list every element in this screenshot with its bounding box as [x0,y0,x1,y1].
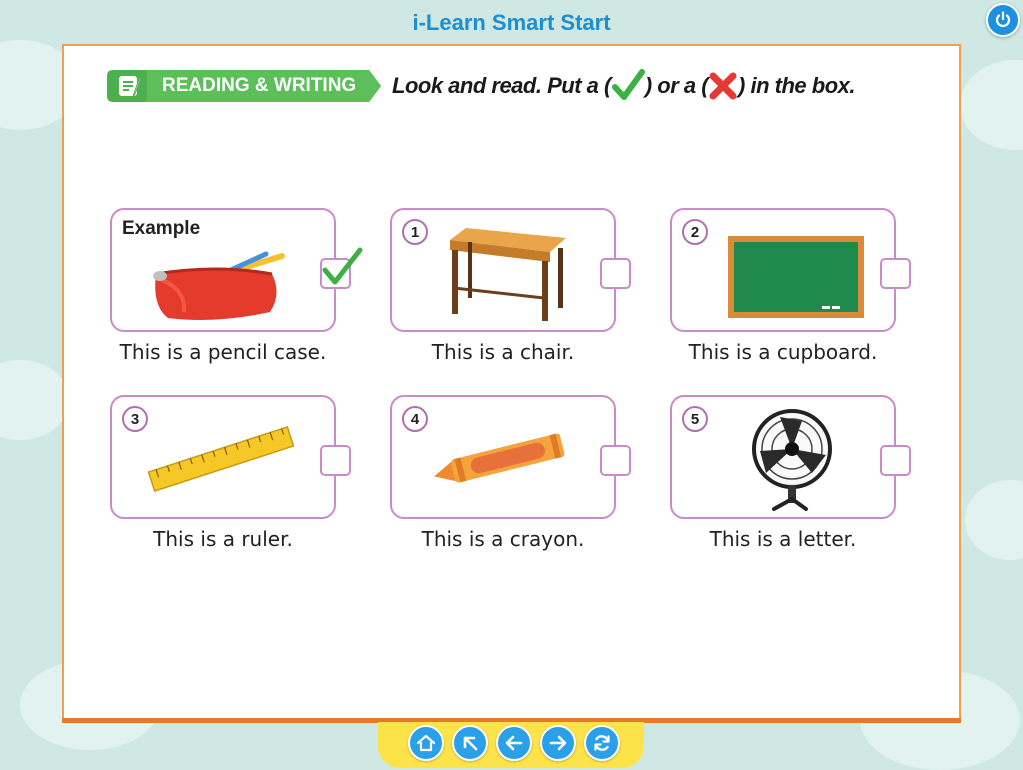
question-number: 3 [122,406,148,432]
question-number: 2 [682,219,708,245]
ruler-picture [147,425,295,493]
example-card: Example [110,208,363,332]
crayon-picture [434,433,565,483]
pencil-case-picture [153,251,285,320]
answer-box[interactable] [600,258,631,289]
answer-box[interactable] [880,258,911,289]
app-title: i-Learn Smart Start [412,10,611,35]
home-button[interactable] [408,725,444,761]
question-sentence: This is a chair. [431,340,575,364]
power-icon [995,11,1011,27]
refresh-button[interactable] [584,725,620,761]
home-icon [416,734,436,752]
instruction-text: Look and read. Put a ( ) or a ( ) in the… [392,68,855,104]
previous-button[interactable] [496,725,532,761]
answer-box[interactable] [880,445,911,476]
tick-icon [611,69,645,100]
example-label: Example [122,218,201,239]
question-number: 1 [402,219,428,245]
cross-icon [709,72,737,100]
background-cloud [960,60,1023,150]
answer-box[interactable] [320,247,363,289]
fan-picture [752,409,832,511]
question-card-5: 5 [670,395,911,519]
question-sentence: This is a cupboard. [688,340,878,364]
background-cloud [965,480,1023,560]
question-number: 4 [402,406,428,432]
section-label: READING & WRITING [162,75,357,96]
question-card-2: 2 [670,208,911,332]
example-sentence: This is a pencil case. [119,340,327,364]
desk-picture [450,228,566,321]
question-card-3: 3 [110,395,351,519]
next-button[interactable] [540,725,576,761]
instruction-part: ) or a ( [644,73,709,98]
worksheet-page: READING & WRITING Look and read. Put a (… [62,44,961,721]
background-cloud [0,360,70,440]
question-card-4: 4 [390,395,631,519]
board-picture [728,236,864,318]
tick-icon [322,247,363,285]
answer-box[interactable] [320,445,351,476]
navigation-bar [378,722,644,768]
question-sentence: This is a ruler. [153,527,293,551]
arrow-right-icon [549,735,567,751]
question-sentence: This is a crayon. [421,527,585,551]
question-number: 5 [682,406,708,432]
arrow-up-left-icon [463,736,478,751]
question-sentence: This is a letter. [709,527,857,551]
back-to-menu-button[interactable] [452,725,488,761]
instruction-part: Look and read. Put a ( [392,73,611,98]
instruction-part: ) in the box. [738,73,855,98]
section-tag: READING & WRITING [107,68,382,104]
writing-icon [119,76,142,98]
power-button[interactable] [986,3,1020,37]
arrow-left-icon [505,735,523,751]
refresh-icon [594,735,610,751]
answer-box[interactable] [600,445,631,476]
question-card-1: 1 [390,208,631,332]
